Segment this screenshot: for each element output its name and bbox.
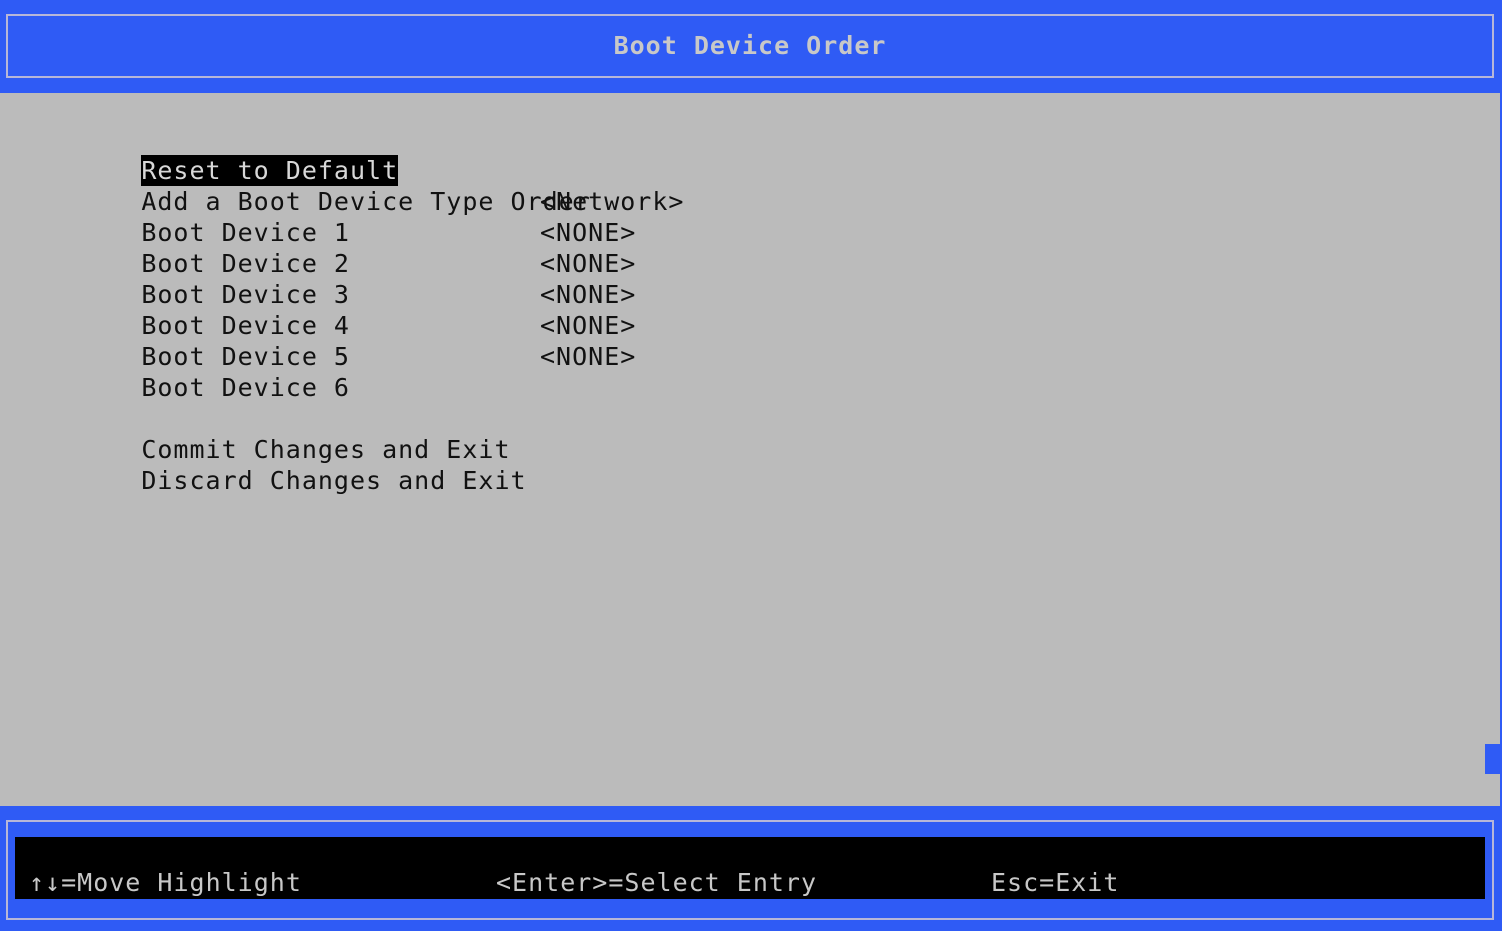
scrollbar-thumb[interactable] bbox=[1485, 744, 1500, 774]
menu-item-label: Discard Changes and Exit bbox=[141, 466, 527, 495]
boot-device-value: <NONE> bbox=[540, 249, 637, 278]
boot-device-value: <NONE> bbox=[540, 218, 637, 247]
boot-device-value: <NONE> bbox=[540, 311, 637, 340]
boot-order-menu: Reset to Default Add a Boot Device Type … bbox=[45, 124, 683, 495]
hint-move-highlight: ↑↓=Move Highlight bbox=[29, 868, 302, 897]
menu-item-commit-changes[interactable]: Commit Changes and Exit bbox=[45, 403, 591, 464]
menu-item-boot-device-6[interactable]: Boot Device 6 <NONE> bbox=[45, 341, 635, 402]
boot-device-value: <NONE> bbox=[540, 342, 637, 371]
menu-item-add-boot-device-type[interactable]: Add a Boot Device Type Order bbox=[45, 155, 591, 216]
menu-item-discard-changes[interactable]: Discard Changes and Exit bbox=[45, 434, 591, 495]
hint-exit: Esc=Exit bbox=[991, 868, 1120, 897]
menu-item-boot-device-2[interactable]: Boot Device 2 <NONE> bbox=[45, 217, 635, 278]
boot-device-value: <Network> bbox=[540, 187, 685, 216]
menu-item-reset[interactable]: Reset to Default bbox=[45, 124, 591, 186]
bios-setup-screen: Boot Device Order Reset to Default Add a… bbox=[0, 0, 1502, 931]
menu-item-boot-device-4[interactable]: Boot Device 4 <NONE> bbox=[45, 279, 635, 340]
page-title: Boot Device Order bbox=[613, 31, 887, 60]
menu-item-boot-device-5[interactable]: Boot Device 5 <NONE> bbox=[45, 310, 635, 371]
boot-device-value: <NONE> bbox=[540, 280, 637, 309]
menu-item-boot-device-1[interactable]: Boot Device 1 <Network> bbox=[45, 186, 683, 247]
hint-select-entry: <Enter>=Select Entry bbox=[496, 868, 818, 897]
header-frame: Boot Device Order bbox=[6, 14, 1494, 78]
menu-item-boot-device-3[interactable]: Boot Device 3 <NONE> bbox=[45, 248, 635, 309]
footer-bar: ↑↓=Move Highlight <Enter>=Select Entry E… bbox=[0, 806, 1502, 931]
header-bar: Boot Device Order bbox=[0, 0, 1502, 93]
menu-spacer bbox=[45, 372, 591, 403]
